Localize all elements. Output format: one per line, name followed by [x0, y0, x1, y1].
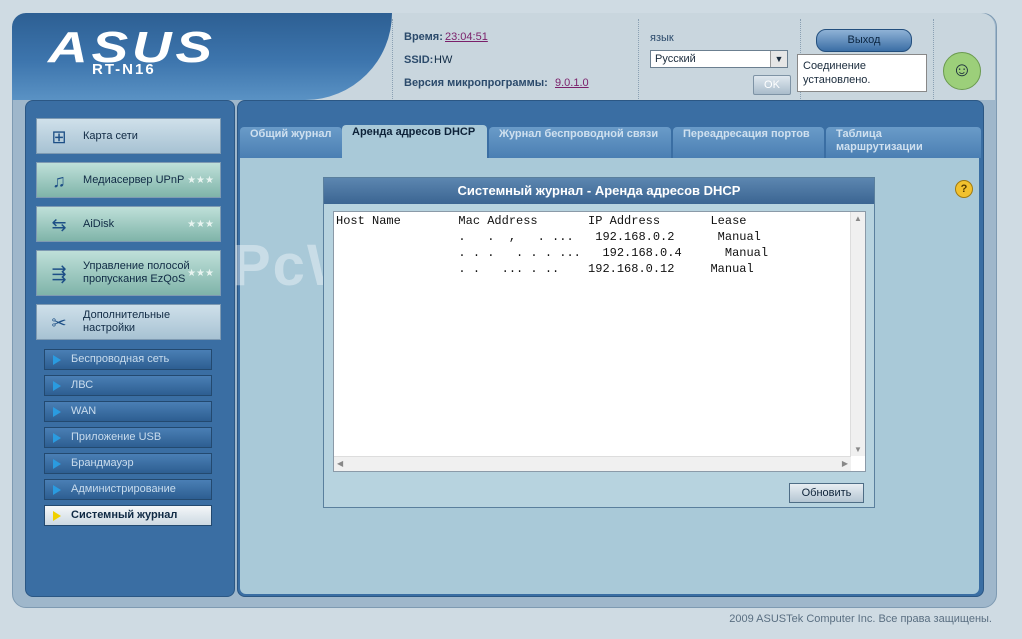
media-server-icon: ♫ — [52, 171, 66, 191]
sidebar-item-lan[interactable]: ЛВС — [44, 375, 212, 396]
firmware-value-link[interactable]: 9.0.1.0 — [555, 77, 589, 89]
sidebar-item-wan[interactable]: WAN — [44, 401, 212, 422]
sidebar-item-advanced-settings[interactable]: ✂ Дополнительные настройки — [36, 304, 221, 340]
sidebar-item-label: Администрирование — [71, 483, 176, 495]
arrow-right-icon — [53, 485, 61, 495]
tab-dhcp-leases[interactable]: Аренда адресов DHCP — [342, 125, 487, 158]
arrow-right-icon — [53, 459, 61, 469]
sidebar-item-label: WAN — [71, 405, 97, 417]
log-text: Host Name Mac Address IP Address Lease .… — [336, 214, 769, 276]
header-divider — [392, 19, 393, 99]
logout-button[interactable]: Выход — [816, 29, 912, 52]
arrow-right-icon — [53, 433, 61, 443]
ssid-label: SSID: — [404, 54, 434, 66]
dhcp-lease-panel: Системный журнал - Аренда адресов DHCP H… — [323, 177, 875, 508]
sidebar-item-network-map[interactable]: ⊞ Карта сети — [36, 118, 221, 154]
horizontal-scrollbar[interactable]: ◀ ▶ — [334, 456, 851, 471]
sidebar-item-label: Карта сети — [83, 129, 138, 142]
tools-icon: ✂ — [51, 313, 67, 333]
sidebar-item-label: Приложение USB — [71, 431, 162, 443]
time-label: Время: — [404, 31, 443, 43]
arrow-right-icon — [53, 511, 61, 521]
star-icon: ★★★ — [187, 268, 214, 279]
connection-status-tooltip: Соединение установлено. — [797, 54, 927, 92]
language-selected: Русский — [655, 53, 696, 65]
sidebar-item-label: Управление полосой пропускания EzQoS — [83, 260, 190, 285]
header-divider — [933, 19, 934, 99]
logo-area: ASUS RT-N16 — [12, 13, 392, 100]
tab-routing-table[interactable]: Таблица маршрутизации — [826, 127, 981, 158]
sidebar-item-label: Беспроводная сеть — [71, 353, 170, 365]
language-select[interactable]: Русский ▼ — [650, 50, 788, 68]
firmware-label: Версия микропрограммы: — [404, 77, 548, 89]
scroll-up-icon[interactable]: ▲ — [854, 214, 862, 223]
status-avatar-icon[interactable]: ☺ — [943, 52, 981, 90]
log-textarea[interactable]: Host Name Mac Address IP Address Lease .… — [333, 211, 866, 472]
scroll-down-icon[interactable]: ▼ — [854, 445, 862, 454]
arrow-right-icon — [53, 381, 61, 391]
sidebar-item-aidisk[interactable]: ⇆ AiDisk ★★★ — [36, 206, 221, 242]
sidebar-item-media-server[interactable]: ♫ Медиасервер UPnP ★★★ — [36, 162, 221, 198]
sidebar: ⊞ Карта сети ♫ Медиасервер UPnP ★★★ ⇆ Ai… — [25, 100, 235, 597]
sidebar-item-system-log[interactable]: Системный журнал — [44, 505, 212, 526]
sidebar-item-firewall[interactable]: Брандмауэр — [44, 453, 212, 474]
sidebar-item-label: Системный журнал — [71, 509, 178, 521]
sidebar-item-administration[interactable]: Администрирование — [44, 479, 212, 500]
aidisk-icon: ⇆ — [51, 215, 67, 235]
panel-title: Системный журнал - Аренда адресов DHCP — [324, 178, 874, 204]
footer-copyright: 2009 ASUSTek Computer Inc. Все права защ… — [729, 613, 992, 625]
language-label: язык — [650, 32, 674, 44]
arrow-right-icon — [53, 407, 61, 417]
tab-general-log[interactable]: Общий журнал — [240, 127, 342, 158]
scroll-right-icon[interactable]: ▶ — [842, 459, 848, 468]
vertical-scrollbar[interactable]: ▲ ▼ — [850, 212, 865, 456]
sidebar-item-label: AiDisk — [83, 217, 115, 230]
sidebar-item-ezqos[interactable]: ⇶ Управление полосой пропускания EzQoS ★… — [36, 250, 221, 296]
ssid-value: HW — [434, 54, 453, 66]
tab-port-forwarding[interactable]: Переадресация портов — [673, 127, 824, 158]
refresh-button[interactable]: Обновить — [789, 483, 864, 503]
model-name: RT-N16 — [92, 61, 156, 78]
time-value-link[interactable]: 23:04:51 — [445, 31, 488, 43]
scroll-left-icon[interactable]: ◀ — [337, 459, 343, 468]
star-icon: ★★★ — [187, 175, 214, 186]
language-ok-button[interactable]: OK — [753, 75, 791, 95]
tab-wireless-log[interactable]: Журнал беспроводной связи — [489, 127, 671, 158]
chevron-down-icon[interactable]: ▼ — [770, 51, 787, 67]
network-map-icon: ⊞ — [51, 127, 67, 147]
qos-icon: ⇶ — [51, 264, 67, 284]
sidebar-item-label: Дополнительные настройки — [83, 309, 171, 334]
star-icon: ★★★ — [187, 219, 214, 230]
sidebar-item-wireless[interactable]: Беспроводная сеть — [44, 349, 212, 370]
header-divider — [638, 19, 639, 99]
arrow-right-icon — [53, 355, 61, 365]
sidebar-item-label: Медиасервер UPnP — [83, 173, 185, 186]
sidebar-item-usb-application[interactable]: Приложение USB — [44, 427, 212, 448]
sidebar-item-label: ЛВС — [71, 379, 94, 391]
help-icon[interactable]: ? — [955, 180, 973, 198]
sidebar-item-label: Брандмауэр — [71, 457, 134, 469]
